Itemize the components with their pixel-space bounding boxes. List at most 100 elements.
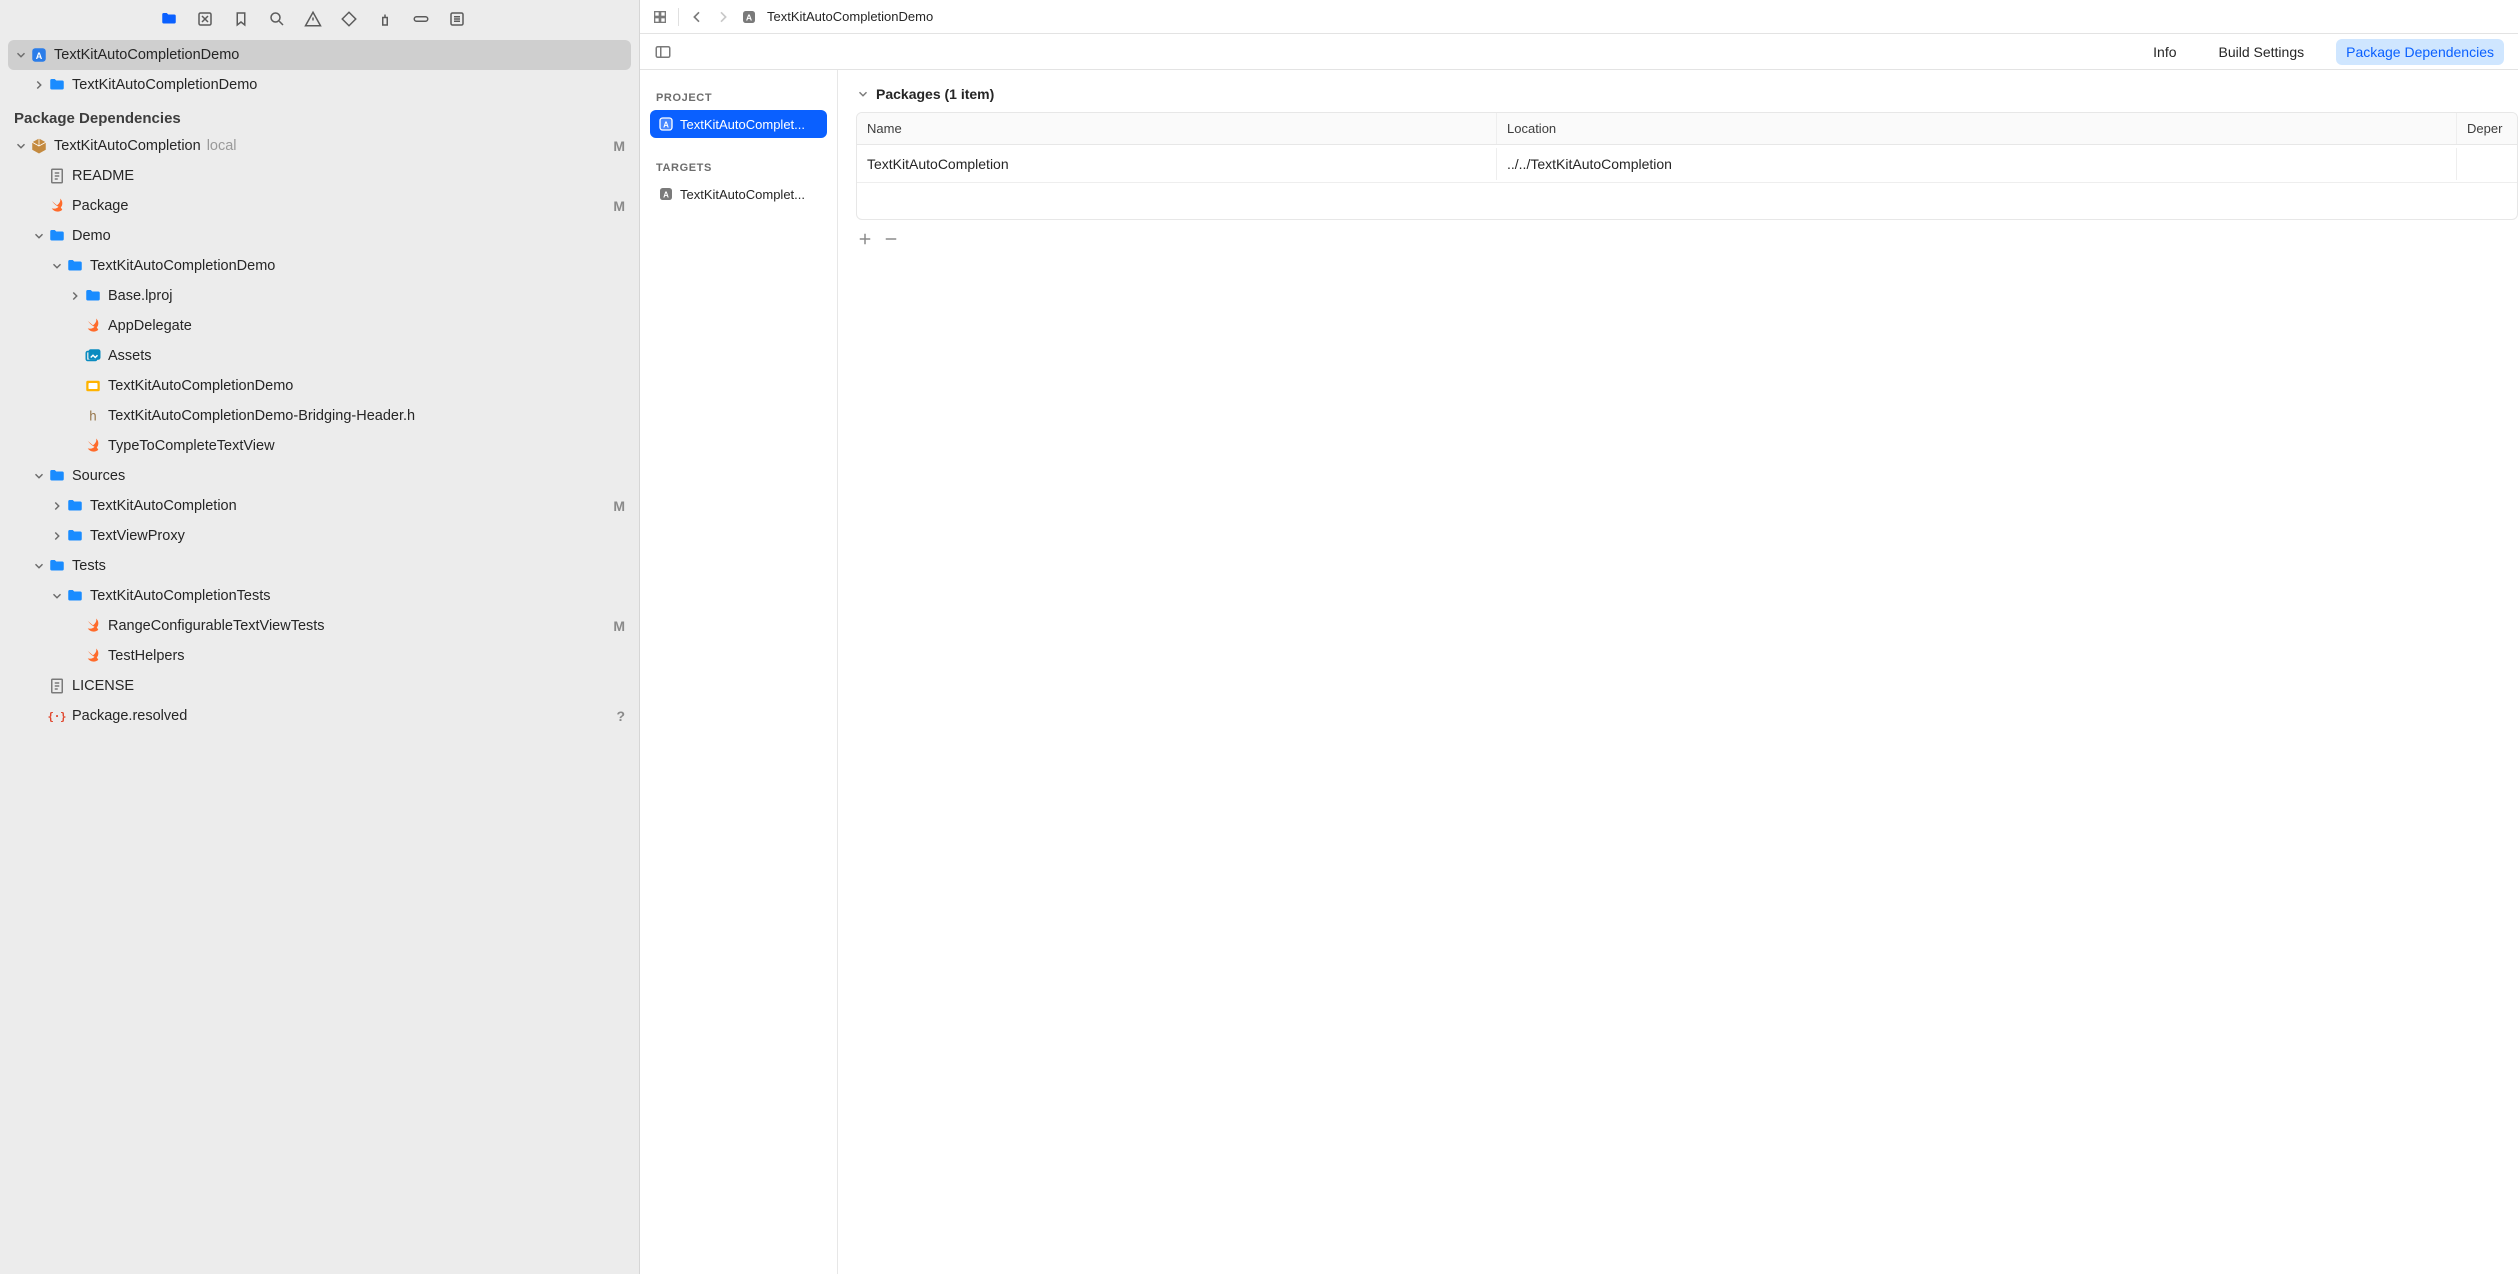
project-section-label: PROJECT [656, 92, 821, 104]
grid-icon[interactable] [652, 9, 668, 25]
project-item[interactable]: A TextKitAutoComplet... [650, 110, 827, 138]
chevron-down-icon[interactable] [14, 139, 28, 153]
package-dependencies-header: Package Dependencies [0, 100, 639, 131]
readme-icon [48, 167, 66, 185]
tree-row-label: Base.lproj [108, 288, 172, 304]
back-icon[interactable] [689, 9, 705, 25]
spray-icon[interactable] [376, 10, 394, 28]
packages-group-header[interactable]: Packages (1 item) [856, 82, 2518, 112]
app-icon: A [741, 9, 757, 25]
editor-panel: A TextKitAutoCompletionDemo Info Build S… [640, 0, 2518, 1274]
tree-row[interactable]: {·}Package.resolved? [0, 701, 639, 731]
folder-icon [66, 587, 84, 605]
tree-row-label: TextKitAutoCompletionDemo [90, 258, 275, 274]
tree-row[interactable]: Tests [0, 551, 639, 581]
tab-build-settings[interactable]: Build Settings [2209, 39, 2315, 65]
forward-icon[interactable] [715, 9, 731, 25]
tree-row[interactable]: Demo [0, 221, 639, 251]
divider [678, 8, 679, 26]
folder-icon[interactable] [160, 10, 178, 28]
tree-row-suffix: local [207, 138, 237, 154]
tree-row[interactable]: TextKitAutoCompletionlocalM [0, 131, 639, 161]
folder-icon [48, 227, 66, 245]
tree-row-label: Demo [72, 228, 111, 244]
navigator-panel: ATextKitAutoCompletionDemoTextKitAutoCom… [0, 0, 640, 1274]
sidebar-toggle-icon[interactable] [654, 43, 672, 61]
remove-button[interactable] [882, 230, 900, 248]
tab-info[interactable]: Info [2143, 39, 2186, 65]
diamond-icon[interactable] [340, 10, 358, 28]
col-dependency[interactable]: Deper [2457, 113, 2517, 144]
chevron-down-icon[interactable] [32, 229, 46, 243]
editor-body: PROJECT A TextKitAutoComplet... TARGETS … [640, 70, 2518, 1274]
chevron-right-icon[interactable] [68, 289, 82, 303]
targets-section-label: TARGETS [656, 162, 821, 174]
list-icon[interactable] [448, 10, 466, 28]
tree-row[interactable]: AppDelegate [0, 311, 639, 341]
tree-row[interactable]: Base.lproj [0, 281, 639, 311]
tree-row[interactable]: README [0, 161, 639, 191]
bookmark-icon[interactable] [232, 10, 250, 28]
col-location[interactable]: Location [1497, 113, 2457, 144]
col-name[interactable]: Name [857, 113, 1497, 144]
chevron-down-icon[interactable] [14, 48, 28, 62]
warning-icon[interactable] [304, 10, 322, 28]
tree-row[interactable]: TextKitAutoCompletionDemo [0, 251, 639, 281]
app-icon: A [658, 186, 674, 202]
tree-row[interactable]: LICENSE [0, 671, 639, 701]
project-tree[interactable]: ATextKitAutoCompletionDemoTextKitAutoCom… [0, 38, 639, 1274]
editor-tabbar: Info Build Settings Package Dependencies [640, 34, 2518, 70]
app-icon: A [658, 116, 674, 132]
chevron-down-icon[interactable] [32, 469, 46, 483]
app-window: ATextKitAutoCompletionDemoTextKitAutoCom… [0, 0, 2518, 1274]
chevron-right-icon[interactable] [50, 529, 64, 543]
scm-badge: ? [616, 708, 625, 724]
header-icon: h [84, 407, 102, 425]
tree-row-label: TextKitAutoCompletionDemo [108, 378, 293, 394]
swift-icon [84, 647, 102, 665]
tree-row[interactable]: hTextKitAutoCompletionDemo-Bridging-Head… [0, 401, 639, 431]
tree-row[interactable]: TestHelpers [0, 641, 639, 671]
cell-location: ../../TextKitAutoCompletion [1497, 148, 2457, 180]
tree-row[interactable]: Sources [0, 461, 639, 491]
folder-icon [66, 527, 84, 545]
chevron-right-icon[interactable] [32, 78, 46, 92]
tree-row-label: TextKitAutoCompletionDemo [54, 47, 239, 63]
chevron-down-icon[interactable] [50, 259, 64, 273]
packages-actions [856, 230, 2518, 248]
stop-icon[interactable] [196, 10, 214, 28]
jumpbar-title[interactable]: TextKitAutoCompletionDemo [767, 9, 933, 24]
chevron-down-icon[interactable] [50, 589, 64, 603]
tree-row[interactable]: Assets [0, 341, 639, 371]
svg-text:A: A [36, 51, 43, 61]
tree-row[interactable]: RangeConfigurableTextViewTestsM [0, 611, 639, 641]
tree-row[interactable]: TextKitAutoCompletionTests [0, 581, 639, 611]
tree-row[interactable]: TypeToCompleteTextView [0, 431, 639, 461]
tree-row-label: TextKitAutoCompletion [90, 498, 237, 514]
resolved-icon: {·} [48, 707, 66, 725]
folder-icon [84, 287, 102, 305]
svg-text:A: A [663, 190, 669, 199]
chevron-down-icon[interactable] [32, 559, 46, 573]
tree-row[interactable]: TextKitAutoCompletionDemo [0, 371, 639, 401]
search-icon[interactable] [268, 10, 286, 28]
tree-row-label: Sources [72, 468, 125, 484]
tree-row[interactable]: TextKitAutoCompletionDemo [0, 70, 639, 100]
tree-row-label: Package [72, 198, 128, 214]
tree-row[interactable]: A TextKitAutoCompletionDemo [8, 40, 631, 70]
table-row[interactable]: TextKitAutoCompletion ../../TextKitAutoC… [857, 145, 2517, 183]
chevron-right-icon[interactable] [50, 499, 64, 513]
tree-row[interactable]: TextKitAutoCompletionM [0, 491, 639, 521]
project-target-sidebar: PROJECT A TextKitAutoComplet... TARGETS … [640, 70, 838, 1274]
tree-row[interactable]: TextViewProxy [0, 521, 639, 551]
tree-row-label: TextKitAutoCompletionTests [90, 588, 271, 604]
target-item[interactable]: A TextKitAutoComplet... [650, 180, 827, 208]
tree-row[interactable]: PackageM [0, 191, 639, 221]
license-icon [48, 677, 66, 695]
project-item-label: TextKitAutoComplet... [680, 117, 805, 132]
navigator-toolbar [0, 0, 639, 38]
tree-row-label: AppDelegate [108, 318, 192, 334]
tab-package-dependencies[interactable]: Package Dependencies [2336, 39, 2504, 65]
pill-icon[interactable] [412, 10, 430, 28]
add-button[interactable] [856, 230, 874, 248]
